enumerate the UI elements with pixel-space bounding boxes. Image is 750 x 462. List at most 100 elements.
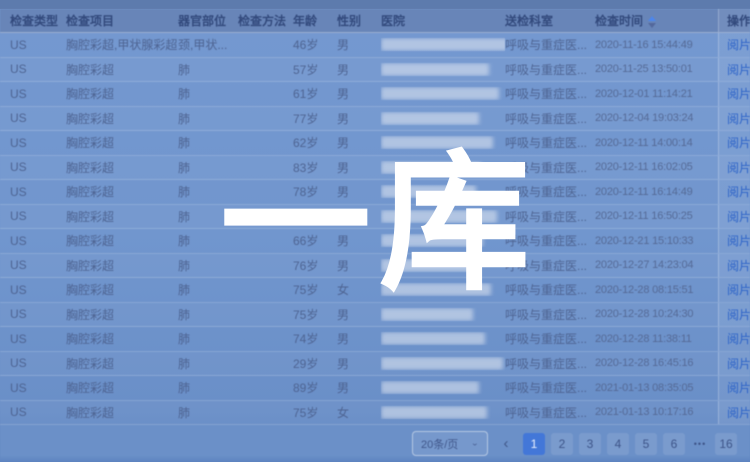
cell-sending-dept: 呼吸与重症医... [505, 330, 595, 347]
view-images-link[interactable]: 阅片 [727, 355, 750, 372]
cell-exam-time: 2020-12-01 11:14:21 [595, 88, 718, 100]
table-row: US 胸腔彩超 肺 78岁 男 呼吸与重症医... 2020-12-11 16:… [0, 180, 750, 205]
page-button-5[interactable]: 5 [635, 433, 657, 455]
cell-exam-type: US [0, 234, 66, 248]
hospital-redacted-blur [381, 136, 493, 149]
cell-exam-item: 胸腔彩超 [66, 159, 178, 176]
pagination-bar: 20条/页 ⌄ ‹ 123456 ••• 16 [0, 425, 750, 462]
page-button-group: 123456 ••• 16 [520, 433, 740, 455]
hospital-redacted-blur [381, 112, 479, 125]
page-ellipsis[interactable]: ••• [691, 439, 709, 449]
cell-hospital [381, 63, 505, 76]
page-button-4[interactable]: 4 [607, 433, 629, 455]
page-button-1[interactable]: 1 [523, 433, 545, 455]
cell-gender: 男 [337, 61, 381, 78]
page-button-6[interactable]: 6 [663, 433, 685, 455]
cell-sending-dept: 呼吸与重症医... [505, 85, 595, 102]
cell-operation: 阅片 [718, 229, 750, 253]
cell-exam-item: 胸腔彩超 [66, 183, 178, 200]
cell-sending-dept: 呼吸与重症医... [505, 134, 595, 151]
cell-hospital [381, 308, 505, 321]
view-images-link[interactable]: 阅片 [727, 257, 750, 274]
cell-gender: 男 [337, 232, 381, 249]
cell-sending-dept: 呼吸与重症医... [505, 257, 595, 274]
view-images-link[interactable]: 阅片 [727, 159, 750, 176]
view-images-link[interactable]: 阅片 [727, 306, 750, 323]
hospital-redacted-blur [381, 234, 483, 247]
cell-sending-dept: 呼吸与重症医... [505, 379, 595, 396]
sort-icon[interactable] [648, 16, 656, 28]
table-row: US 胸腔彩超 肺 75岁 女 呼吸与重症医... 2020-12-28 08:… [0, 278, 750, 303]
cell-operation: 阅片 [718, 205, 750, 229]
hospital-redacted-blur [381, 357, 503, 370]
cell-operation: 阅片 [718, 401, 750, 425]
table-row: US 胸腔彩超 肺 75岁 女 呼吸与重症医... 2021-01-13 10:… [0, 401, 750, 426]
hospital-redacted-blur [381, 185, 476, 198]
table-body: US 胸腔彩超,甲状腺彩超 颈,甲状... 46岁 男 呼吸与重症医... 20… [0, 33, 750, 425]
cell-hospital [381, 406, 505, 419]
table-row: US 胸腔彩超 肺 61岁 男 呼吸与重症医... 2020-12-01 11:… [0, 82, 750, 107]
cell-age: 74岁 [293, 330, 337, 347]
page-size-select[interactable]: 20条/页 ⌄ [412, 431, 488, 456]
table-row: US 胸腔彩超,甲状腺彩超 颈,甲状... 46岁 男 呼吸与重症医... 20… [0, 33, 750, 58]
cell-sending-dept: 呼吸与重症医... [505, 281, 595, 298]
page-button-2[interactable]: 2 [551, 433, 573, 455]
cell-exam-time: 2021-01-13 08:35:05 [595, 382, 718, 394]
view-images-link[interactable]: 阅片 [727, 110, 750, 127]
view-images-link[interactable]: 阅片 [727, 36, 750, 53]
cell-exam-time: 2021-01-13 10:17:16 [595, 406, 718, 418]
cell-organ-part: 肺 [178, 110, 238, 127]
page-size-label: 20条/页 [421, 436, 458, 452]
cell-organ-part: 肺 [178, 208, 238, 225]
header-exam-time-sortable[interactable]: 检查时间 [595, 12, 718, 29]
view-images-link[interactable]: 阅片 [727, 61, 750, 78]
cell-operation: 阅片 [718, 303, 750, 327]
cell-exam-time: 2020-12-04 19:03:24 [595, 112, 718, 124]
view-images-link[interactable]: 阅片 [727, 85, 750, 102]
cell-exam-time: 2020-12-11 14:00:14 [595, 137, 718, 149]
cell-organ-part: 肺 [178, 355, 238, 372]
view-images-link[interactable]: 阅片 [727, 183, 750, 200]
view-images-link[interactable]: 阅片 [727, 281, 750, 298]
cell-organ-part: 肺 [178, 281, 238, 298]
hospital-redacted-blur [381, 283, 491, 296]
view-images-link[interactable]: 阅片 [727, 134, 750, 151]
cell-age: 83岁 [293, 159, 337, 176]
cell-exam-item: 胸腔彩超 [66, 232, 178, 249]
cell-organ-part: 肺 [178, 61, 238, 78]
cell-organ-part: 颈,甲状... [178, 36, 238, 53]
cell-age: 78岁 [293, 183, 337, 200]
page-button-16[interactable]: 16 [715, 433, 737, 455]
view-images-link[interactable]: 阅片 [727, 330, 750, 347]
cell-age: 61岁 [293, 85, 337, 102]
cell-sending-dept: 呼吸与重症医... [505, 36, 595, 53]
view-images-link[interactable]: 阅片 [727, 232, 750, 249]
table-row: US 胸腔彩超 肺 57岁 男 呼吸与重症医... 2020-11-25 13:… [0, 58, 750, 83]
hospital-redacted-blur [381, 259, 477, 272]
cell-operation: 阅片 [718, 327, 750, 351]
hospital-redacted-blur [381, 406, 487, 419]
cell-exam-item: 胸腔彩超 [66, 379, 178, 396]
table-row: US 胸腔彩超 肺 29岁 男 呼吸与重症医... 2020-12-28 16:… [0, 352, 750, 377]
page-button-3[interactable]: 3 [579, 433, 601, 455]
cell-hospital [381, 87, 505, 100]
cell-hospital [381, 357, 505, 370]
prev-page-button[interactable]: ‹ [498, 433, 514, 455]
cell-sending-dept: 呼吸与重症医... [505, 355, 595, 372]
cell-operation: 阅片 [718, 254, 750, 278]
view-images-link[interactable]: 阅片 [727, 404, 750, 421]
cell-gender: 男 [337, 306, 381, 323]
cell-exam-item: 胸腔彩超 [66, 61, 178, 78]
cell-exam-type: US [0, 62, 66, 76]
cell-hospital [381, 38, 505, 51]
hospital-redacted-blur [381, 38, 505, 51]
cell-exam-item: 胸腔彩超,甲状腺彩超 [66, 36, 178, 53]
cell-exam-item: 胸腔彩超 [66, 208, 178, 225]
view-images-link[interactable]: 阅片 [727, 208, 750, 225]
header-organ-part: 器官部位 [178, 12, 238, 29]
cell-organ-part: 肺 [178, 183, 238, 200]
header-gender: 性别 [337, 12, 381, 29]
view-images-link[interactable]: 阅片 [727, 379, 750, 396]
cell-gender: 男 [337, 159, 381, 176]
cell-age: 76岁 [293, 208, 337, 225]
